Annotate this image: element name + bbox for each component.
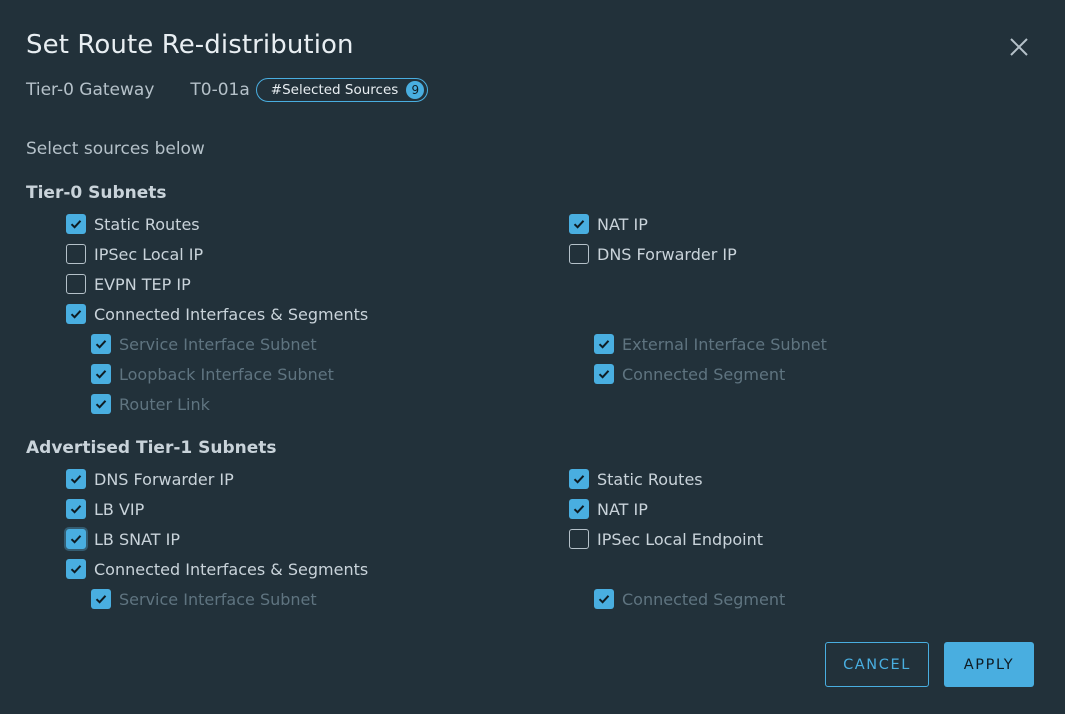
tier0-evpn-tep-ip-checkbox[interactable]: EVPN TEP IP [66,273,191,295]
apply-button[interactable]: APPLY [944,642,1034,687]
checkmark-icon [95,595,107,604]
checkbox-box[interactable] [91,394,111,414]
checkbox-label: DNS Forwarder IP [94,469,234,489]
checkbox-label: IPSec Local Endpoint [597,529,764,549]
checkbox-box[interactable] [66,469,86,489]
checkmark-icon [95,340,107,349]
checkbox-label: Static Routes [597,469,703,489]
checkmark-icon [95,400,107,409]
checkmark-icon [573,475,585,484]
checkbox-box[interactable] [66,499,86,519]
tier0-external-interface-subnet-checkbox[interactable]: External Interface Subnet [594,333,827,355]
tier1-connected-segment-checkbox[interactable]: Connected Segment [594,588,785,610]
tier1-dns-forwarder-ip-checkbox[interactable]: DNS Forwarder IP [66,468,234,490]
checkbox-label: LB VIP [94,499,145,519]
checkbox-label: Connected Interfaces & Segments [94,559,369,579]
tier1-connected-interfaces-checkbox[interactable]: Connected Interfaces & Segments [66,558,368,580]
checkbox-box[interactable] [594,364,614,384]
tier1-nat-ip-checkbox[interactable]: NAT IP [569,498,648,520]
tier0-connected-segment-checkbox[interactable]: Connected Segment [594,363,785,385]
checkmark-icon [573,505,585,514]
tier1-service-interface-subnet-checkbox[interactable]: Service Interface Subnet [91,588,317,610]
checkbox-label: External Interface Subnet [622,334,827,354]
tier0-ipsec-local-ip-checkbox[interactable]: IPSec Local IP [66,243,203,265]
checkmark-icon [70,505,82,514]
checkbox-label: Service Interface Subnet [119,589,317,609]
tier0-static-routes-checkbox[interactable]: Static Routes [66,213,200,235]
checkbox-box[interactable] [569,244,589,264]
checkbox-label: Connected Segment [622,364,786,384]
checkbox-box[interactable] [569,529,589,549]
tier0-service-interface-subnet-checkbox[interactable]: Service Interface Subnet [91,333,317,355]
tier1-section-title: Advertised Tier-1 Subnets [26,438,277,458]
tier0-dns-forwarder-ip-checkbox[interactable]: DNS Forwarder IP [569,243,737,265]
gateway-info: Tier-0 Gateway T0-01a #Selected Sources … [26,77,429,103]
tier1-ipsec-local-endpoint-checkbox[interactable]: IPSec Local Endpoint [569,528,763,550]
checkbox-box[interactable] [66,214,86,234]
checkbox-box[interactable] [91,589,111,609]
checkbox-label: NAT IP [597,214,648,234]
checkbox-box[interactable] [91,364,111,384]
tier0-section-title: Tier-0 Subnets [26,183,167,203]
checkbox-label: LB SNAT IP [94,529,181,549]
tier1-lb-snat-ip-checkbox[interactable]: LB SNAT IP [64,527,181,551]
checkbox-label: Router Link [119,394,210,414]
checkbox-box[interactable] [66,559,86,579]
tier0-nat-ip-checkbox[interactable]: NAT IP [569,213,648,235]
checkbox-box[interactable] [66,304,86,324]
checkmark-icon [598,595,610,604]
selected-sources-count: 9 [406,81,425,99]
checkmark-icon [95,370,107,379]
checkbox-label: EVPN TEP IP [94,274,191,294]
instruction-text: Select sources below [26,139,205,159]
tier0-connected-interfaces-checkbox[interactable]: Connected Interfaces & Segments [66,303,368,325]
checkbox-box[interactable] [594,589,614,609]
checkbox-label: Connected Segment [622,589,786,609]
checkbox-label: Connected Interfaces & Segments [94,304,369,324]
checkbox-box[interactable] [594,334,614,354]
checkbox-box[interactable] [66,274,86,294]
dialog-title: Set Route Re-distribution [26,30,354,60]
selected-sources-badge: #Selected Sources 9 [255,78,429,102]
tier0-loopback-interface-subnet-checkbox[interactable]: Loopback Interface Subnet [91,363,334,385]
checkbox-label: NAT IP [597,499,648,519]
checkbox-box[interactable] [91,334,111,354]
checkmark-icon [70,475,82,484]
checkbox-box[interactable] [66,244,86,264]
route-redistribution-dialog: Set Route Re-distribution Tier-0 Gateway… [0,0,1065,714]
gateway-label: Tier-0 Gateway [26,80,155,100]
checkbox-label: DNS Forwarder IP [597,244,737,264]
checkmark-icon [70,535,82,544]
tier1-static-routes-checkbox[interactable]: Static Routes [569,468,703,490]
checkmark-icon [70,220,82,229]
checkbox-box[interactable] [569,499,589,519]
checkbox-box[interactable] [569,214,589,234]
checkmark-icon [598,340,610,349]
checkbox-label: Static Routes [94,214,200,234]
tier1-lb-vip-checkbox[interactable]: LB VIP [66,498,144,520]
selected-sources-label: #Selected Sources [270,82,399,98]
checkbox-label: Loopback Interface Subnet [119,364,334,384]
cancel-button[interactable]: CANCEL [825,642,929,687]
checkmark-icon [70,565,82,574]
close-icon[interactable] [1005,33,1033,61]
gateway-name: T0-01a [190,80,250,100]
checkmark-icon [598,370,610,379]
checkmark-icon [573,220,585,229]
checkbox-label: Service Interface Subnet [119,334,317,354]
checkmark-icon [70,310,82,319]
tier0-router-link-checkbox[interactable]: Router Link [91,393,210,415]
checkbox-box[interactable] [64,527,88,551]
checkbox-label: IPSec Local IP [94,244,204,264]
checkbox-box[interactable] [569,469,589,489]
